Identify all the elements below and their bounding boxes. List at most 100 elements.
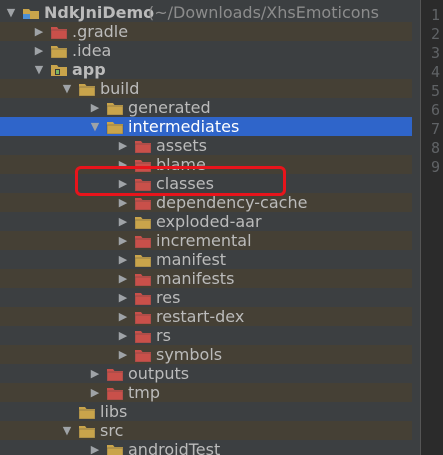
tree-item-label: manifests <box>156 269 235 288</box>
tree-item-manifest[interactable]: ▶ manifest <box>0 250 412 269</box>
line-number: 8 <box>431 139 441 157</box>
tree-item-generated[interactable]: ▶ generated <box>0 98 412 117</box>
tree-item-dependency-cache[interactable]: ▶ dependency-cache <box>0 193 412 212</box>
tree-item-libs[interactable]: libs <box>0 402 412 421</box>
tree-item-idea[interactable]: ▶ .idea <box>0 41 412 60</box>
tree-item-incremental[interactable]: ▶ incremental <box>0 231 412 250</box>
line-number: 5 <box>431 82 441 100</box>
tree-item-label: incremental <box>156 231 252 250</box>
tree-item-assets[interactable]: ▶ assets <box>0 136 412 155</box>
tree-item-label: build <box>100 79 140 98</box>
line-number: 1 <box>431 6 441 24</box>
folder-icon <box>134 196 152 210</box>
chevron-down-icon[interactable]: ▼ <box>60 421 74 440</box>
folder-icon <box>78 82 96 96</box>
tree-item-tmp[interactable]: ▶ tmp <box>0 383 412 402</box>
tree-item-label: restart-dex <box>156 307 245 326</box>
tree-item-label: app <box>72 60 106 79</box>
chevron-right-icon[interactable]: ▶ <box>88 98 102 117</box>
folder-icon <box>106 120 124 134</box>
chevron-right-icon[interactable]: ▶ <box>116 231 130 250</box>
tree-item-label: symbols <box>156 345 223 364</box>
tree-item-blame[interactable]: ▶ blame <box>0 155 412 174</box>
tree-item-label: src <box>100 421 124 440</box>
project-tree[interactable]: ▼ NdkJniDemo (~/Downloads/XhsEmoticons ▶ .g… <box>0 0 412 455</box>
tree-item-ndkjnidemo[interactable]: ▼ NdkJniDemo (~/Downloads/XhsEmoticons <box>0 3 412 22</box>
folder-icon <box>134 158 152 172</box>
tree-item-label: .idea <box>72 41 112 60</box>
tree-item-symbols[interactable]: ▶ symbols <box>0 345 412 364</box>
chevron-down-icon[interactable]: ▼ <box>88 117 102 136</box>
folder-icon <box>134 139 152 153</box>
tree-item-restart-dex[interactable]: ▶ restart-dex <box>0 307 412 326</box>
tree-item-label: assets <box>156 136 207 155</box>
folder-icon <box>106 101 124 115</box>
line-number: 3 <box>431 44 441 62</box>
tree-item-outputs[interactable]: ▶ outputs <box>0 364 412 383</box>
folder-icon <box>134 215 152 229</box>
chevron-right-icon[interactable]: ▶ <box>116 307 130 326</box>
folder-icon <box>50 25 68 39</box>
chevron-down-icon[interactable]: ▼ <box>4 3 18 22</box>
folder-icon <box>78 424 96 438</box>
tree-item-res[interactable]: ▶ res <box>0 288 412 307</box>
chevron-right-icon[interactable]: ▶ <box>116 193 130 212</box>
chevron-right-icon[interactable]: ▶ <box>32 22 46 41</box>
tree-item-label: manifest <box>156 250 227 269</box>
tree-item-app[interactable]: ▼ app <box>0 60 412 79</box>
tree-item-intermediates[interactable]: ▼ intermediates <box>0 117 412 136</box>
folder-icon <box>134 234 152 248</box>
tree-item-label: .gradle <box>72 22 129 41</box>
chevron-right-icon[interactable]: ▶ <box>116 174 130 193</box>
line-number: 4 <box>431 63 441 81</box>
tree-item-label: exploded-aar <box>156 212 262 231</box>
tree-item-label: rs <box>156 326 171 345</box>
chevron-right-icon[interactable]: ▶ <box>88 440 102 455</box>
tree-item-label: outputs <box>128 364 190 383</box>
folder-icon <box>106 443 124 455</box>
chevron-down-icon[interactable]: ▼ <box>32 60 46 79</box>
tree-item-build[interactable]: ▼ build <box>0 79 412 98</box>
chevron-right-icon[interactable]: ▶ <box>116 155 130 174</box>
line-number: 2 <box>431 25 441 43</box>
tree-item-label: intermediates <box>128 117 240 136</box>
tree-item-classes[interactable]: ▶ classes <box>0 174 412 193</box>
chevron-right-icon[interactable]: ▶ <box>116 136 130 155</box>
line-number: 7 <box>431 120 441 138</box>
line-number: 6 <box>431 101 441 119</box>
editor-gutter: 123456789 <box>420 0 443 455</box>
module-folder-icon <box>50 63 68 77</box>
tree-item-label: androidTest <box>128 440 221 455</box>
tree-item-gradle[interactable]: ▶ .gradle <box>0 22 412 41</box>
tree-item-label: blame <box>156 155 206 174</box>
folder-icon <box>134 291 152 305</box>
folder-icon <box>50 44 68 58</box>
chevron-right-icon[interactable]: ▶ <box>32 41 46 60</box>
scrollbar-track[interactable] <box>412 0 420 455</box>
tree-item-exploded-aar[interactable]: ▶ exploded-aar <box>0 212 412 231</box>
folder-icon <box>134 348 152 362</box>
chevron-right-icon[interactable]: ▶ <box>116 326 130 345</box>
chevron-down-icon[interactable]: ▼ <box>60 79 74 98</box>
folder-icon <box>134 253 152 267</box>
folder-icon <box>134 272 152 286</box>
tree-item-src[interactable]: ▼ src <box>0 421 412 440</box>
chevron-right-icon[interactable]: ▶ <box>116 269 130 288</box>
chevron-right-icon[interactable]: ▶ <box>88 364 102 383</box>
chevron-right-icon[interactable]: ▶ <box>116 212 130 231</box>
folder-icon <box>106 367 124 381</box>
line-number: 9 <box>431 158 441 176</box>
tree-item-rs[interactable]: ▶ rs <box>0 326 412 345</box>
tree-item-label: NdkJniDemo <box>44 3 155 22</box>
tree-item-manifests[interactable]: ▶ manifests <box>0 269 412 288</box>
tree-item-label: generated <box>128 98 211 117</box>
chevron-right-icon[interactable]: ▶ <box>88 383 102 402</box>
chevron-right-icon[interactable]: ▶ <box>116 345 130 364</box>
chevron-right-icon[interactable]: ▶ <box>116 288 130 307</box>
tree-item-label: tmp <box>128 383 161 402</box>
folder-icon <box>106 386 124 400</box>
chevron-right-icon[interactable]: ▶ <box>116 250 130 269</box>
tree-item-androidtest[interactable]: ▶ androidTest <box>0 440 412 455</box>
project-icon <box>22 6 40 20</box>
tree-item-label: dependency-cache <box>156 193 308 212</box>
